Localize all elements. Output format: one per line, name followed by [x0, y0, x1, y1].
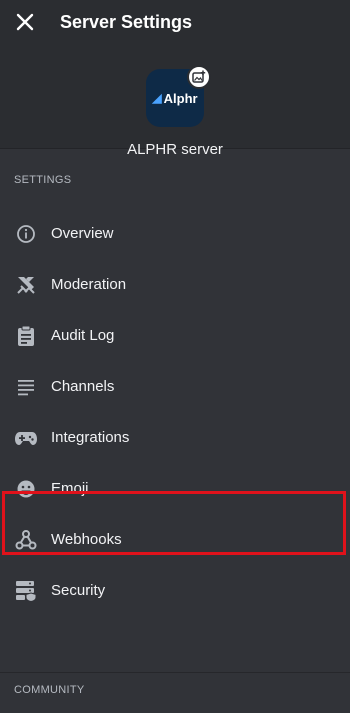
webhook-icon [14, 528, 38, 552]
close-button[interactable] [14, 11, 36, 33]
server-icon-container[interactable]: ◢ Alphr [146, 65, 211, 127]
menu-item-moderation[interactable]: Moderation [0, 259, 350, 310]
menu-item-emoji[interactable]: Emoji [0, 463, 350, 514]
upload-image-button[interactable] [187, 65, 211, 89]
server-name: ALPHR server [127, 141, 223, 158]
menu-item-overview[interactable]: Overview [0, 208, 350, 259]
image-upload-icon [192, 70, 206, 83]
menu-item-security[interactable]: Security [0, 565, 350, 616]
server-header: ◢ Alphr ALPHR server [0, 44, 350, 158]
menu-label: Channels [51, 378, 115, 395]
close-icon [16, 13, 34, 31]
server-security-icon [14, 579, 38, 603]
menu-label: Audit Log [51, 327, 115, 344]
menu-item-channels[interactable]: Channels [0, 361, 350, 412]
alphr-logo-icon: ◢ [152, 91, 162, 105]
menu-item-integrations[interactable]: Integrations [0, 412, 350, 463]
page-title: Server Settings [60, 11, 193, 32]
settings-menu: Overview Moderation Audit Log Channels I… [0, 208, 350, 616]
menu-label: Webhooks [51, 531, 122, 548]
menu-label: Emoji [51, 480, 89, 497]
swords-icon [14, 273, 38, 297]
menu-label: Overview [51, 225, 114, 242]
menu-item-webhooks[interactable]: Webhooks [0, 514, 350, 565]
server-logo-text: Alphr [163, 90, 198, 106]
menu-item-audit-log[interactable]: Audit Log [0, 310, 350, 361]
list-icon [14, 375, 38, 399]
menu-label: Integrations [51, 429, 130, 446]
menu-label: Moderation [51, 276, 127, 293]
community-section-header: COMMUNITY [0, 672, 350, 713]
menu-label: Security [51, 582, 106, 599]
emoji-icon [14, 477, 38, 501]
clipboard-icon [14, 324, 38, 348]
gamepad-icon [14, 426, 38, 450]
info-icon [14, 222, 38, 246]
top-bar: Server Settings [0, 0, 350, 44]
settings-section-header: SETTINGS [14, 174, 72, 186]
